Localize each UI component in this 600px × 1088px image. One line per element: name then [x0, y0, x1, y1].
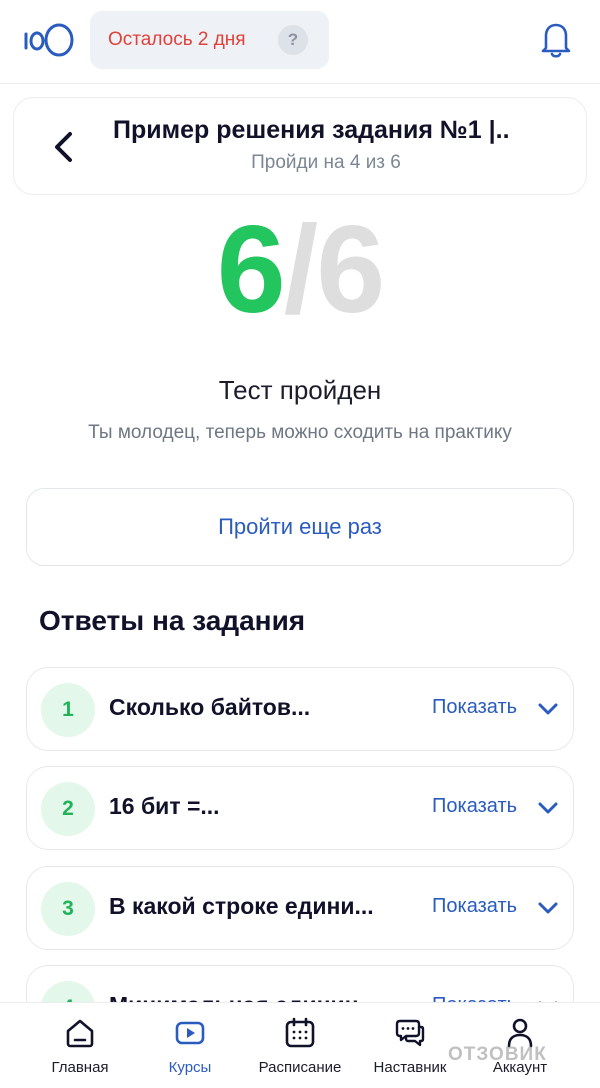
lesson-title: Пример решения задания №1 |.. — [113, 116, 510, 144]
answer-question: 16 бит =... — [109, 793, 220, 819]
bell-icon[interactable] — [538, 20, 574, 60]
score-display: 6/6 — [0, 205, 600, 335]
answer-item[interactable]: 2 16 бит =... Показать — [26, 766, 574, 850]
score-total: 6 — [316, 201, 385, 339]
top-bar: Осталось 2 дня ? — [0, 0, 600, 84]
score-correct: 6 — [216, 201, 286, 339]
days-left-text: Осталось 2 дня — [108, 29, 246, 50]
lesson-subtitle: Пройди на 4 из 6 — [251, 152, 401, 173]
chevron-down-icon[interactable] — [537, 699, 559, 719]
answer-item[interactable]: 3 В какой строке едини... Показать — [26, 866, 574, 950]
nav-item-courses[interactable]: Курсы — [130, 1003, 250, 1088]
answer-question: В какой строке едини... — [109, 893, 374, 919]
show-answer-button[interactable]: Показать — [432, 895, 517, 918]
answer-number: 2 — [41, 782, 95, 836]
calendar-icon — [285, 1017, 315, 1048]
help-icon[interactable]: ? — [278, 25, 308, 55]
result-title: Тест пройден — [218, 375, 382, 405]
home-icon — [66, 1019, 94, 1048]
nav-label: Расписание — [258, 1059, 342, 1076]
lesson-header: Пример решения задания №1 |.. Пройди на … — [13, 97, 587, 195]
result-subtitle: Ты молодец, теперь можно сходить на прак… — [88, 422, 512, 443]
answer-number: 1 — [41, 683, 95, 737]
play-icon — [175, 1021, 205, 1045]
show-answer-button[interactable]: Показать — [432, 795, 517, 818]
watermark: ОТЗОВИК — [448, 1044, 547, 1065]
retry-button[interactable]: Пройти еще раз — [26, 488, 574, 566]
nav-label: Курсы — [168, 1059, 212, 1076]
chevron-down-icon[interactable] — [537, 798, 559, 818]
answer-item[interactable]: 1 Сколько байтов... Показать — [26, 667, 574, 751]
nav-label: Главная — [51, 1059, 109, 1076]
answers-heading: Ответы на задания — [39, 605, 306, 636]
answer-question: Сколько байтов... — [109, 694, 311, 720]
nav-item-home[interactable]: Главная — [20, 1003, 140, 1088]
show-answer-button[interactable]: Показать — [432, 696, 517, 719]
logo-icon — [24, 23, 74, 57]
answer-number: 3 — [41, 882, 95, 936]
chat-icon — [395, 1019, 425, 1047]
days-left-badge[interactable]: Осталось 2 дня ? — [90, 11, 329, 69]
score-separator: / — [283, 201, 318, 339]
chevron-down-icon[interactable] — [537, 898, 559, 918]
nav-item-schedule[interactable]: Расписание — [240, 1003, 360, 1088]
